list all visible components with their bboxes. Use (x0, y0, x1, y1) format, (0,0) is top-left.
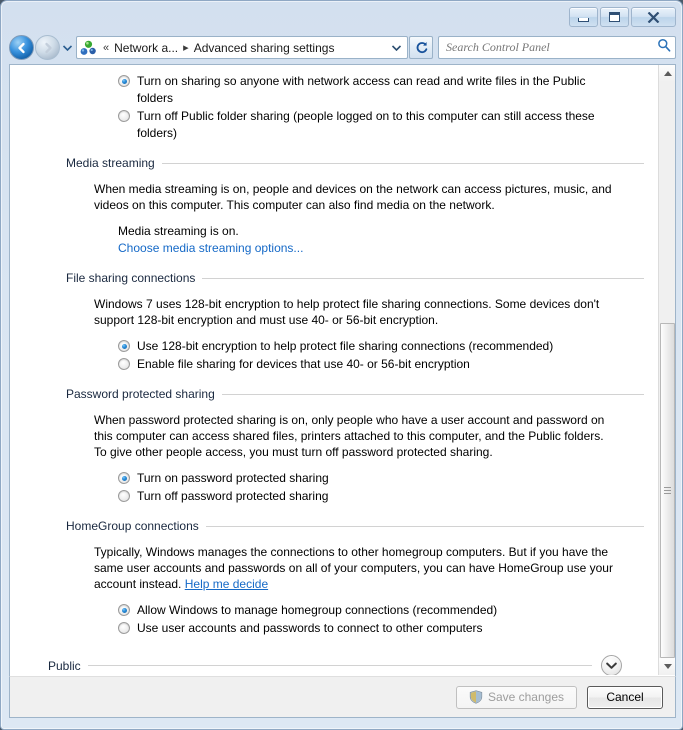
radio-indicator-selected[interactable] (118, 472, 130, 484)
refresh-icon (416, 41, 427, 53)
scrollbar-thumb[interactable] (660, 323, 675, 658)
radio-label: Enable file sharing for devices that use… (137, 357, 470, 371)
section-title: Password protected sharing (66, 387, 215, 401)
vertical-scrollbar[interactable] (658, 65, 675, 675)
chevron-down-icon (392, 44, 401, 51)
section-description-file-sharing: Windows 7 uses 128-bit encryption to hel… (94, 297, 600, 327)
scroll-pane: Turn on sharing so anyone with network a… (10, 65, 658, 675)
search-icon (657, 38, 671, 57)
arrow-up-icon (663, 71, 672, 76)
back-arrow-icon (17, 42, 25, 53)
section-divider (221, 393, 644, 395)
radio-option-40-or-56-bit-encryption[interactable]: Enable file sharing for devices that use… (118, 356, 610, 373)
section-header-public-collapsed[interactable]: Public (10, 655, 644, 675)
homegroup-description-text: Typically, Windows manages the connectio… (94, 545, 613, 591)
navigation-bar: « public-folder-sharing Network a... ▸ A… (9, 33, 676, 62)
restore-button[interactable] (600, 7, 629, 27)
cancel-label: Cancel (606, 690, 644, 704)
section-header-password-protected-sharing: Password protected sharing (10, 387, 644, 401)
help-me-decide-link[interactable]: Help me decide (185, 577, 268, 591)
radio-group-homegroup-connections: Allow Windows to manage homegroup connec… (10, 602, 644, 637)
minimize-button[interactable] (569, 7, 598, 27)
section-title: File sharing connections (66, 271, 196, 285)
section-divider (202, 277, 644, 279)
dialog-button-bar: Save changes Cancel (9, 676, 676, 718)
radio-group-public-folder-sharing: Turn on sharing so anyone with network a… (10, 73, 644, 142)
advanced-sharing-settings-window: « public-folder-sharing Network a... ▸ A… (0, 0, 683, 730)
restore-icon (609, 12, 620, 22)
window-controls (569, 7, 676, 27)
cancel-button[interactable]: Cancel (587, 685, 663, 709)
section-header-media-streaming: Media streaming (10, 156, 644, 170)
section-description-homegroup: Typically, Windows manages the connectio… (10, 544, 644, 592)
chevron-down-icon (606, 662, 617, 669)
radio-label: Turn off password protected sharing (137, 489, 329, 503)
scroll-down-button[interactable] (659, 658, 675, 675)
forward-arrow-icon (44, 42, 52, 53)
radio-label: Turn on password protected sharing (137, 471, 329, 485)
section-header-homegroup-connections: HomeGroup connections (10, 519, 644, 533)
radio-indicator-selected[interactable] (118, 340, 130, 352)
breadcrumb-item-network[interactable]: Network a... (112, 40, 180, 56)
section-title: HomeGroup connections (66, 519, 199, 533)
close-icon (647, 11, 660, 23)
radio-indicator-selected[interactable] (118, 75, 130, 87)
radio-option-use-user-accounts[interactable]: Use user accounts and passwords to conne… (118, 620, 610, 637)
media-streaming-status: Media streaming is on. (118, 224, 239, 238)
save-changes-button[interactable]: Save changes (455, 685, 577, 709)
expand-public-section-button[interactable] (601, 655, 622, 675)
radio-label: Turn off Public folder sharing (people l… (137, 109, 595, 140)
media-streaming-status-block: Media streaming is on. Choose media stre… (10, 223, 644, 257)
radio-option-allow-windows-manage[interactable]: Allow Windows to manage homegroup connec… (118, 602, 610, 619)
radio-option-turn-off-password-protected[interactable]: Turn off password protected sharing (118, 488, 610, 505)
radio-option-turn-on-public-sharing[interactable]: Turn on sharing so anyone with network a… (118, 73, 610, 107)
radio-indicator-selected[interactable] (118, 604, 130, 616)
address-bar[interactable]: « public-folder-sharing Network a... ▸ A… (76, 36, 408, 59)
settings-list: Turn on sharing so anyone with network a… (10, 73, 658, 675)
scrollbar-grip-icon (664, 486, 671, 495)
section-description-media-streaming: When media streaming is on, people and d… (94, 182, 612, 212)
arrow-down-icon (663, 664, 672, 669)
breadcrumb-separator-icon: ▸ (183, 42, 189, 54)
refresh-button[interactable] (409, 36, 433, 59)
content-area: Turn on sharing so anyone with network a… (9, 64, 676, 676)
forward-button[interactable] (35, 35, 60, 60)
radio-indicator-unselected[interactable] (118, 622, 130, 634)
section-title: Public (48, 658, 81, 673)
scroll-up-button[interactable] (659, 65, 675, 82)
radio-option-turn-on-password-protected[interactable]: Turn on password protected sharing (118, 470, 610, 487)
radio-group-file-sharing-connections: Use 128-bit encryption to help protect f… (10, 338, 644, 373)
radio-option-128-bit-encryption[interactable]: Use 128-bit encryption to help protect f… (118, 338, 610, 355)
close-button[interactable] (631, 7, 676, 27)
radio-indicator-unselected[interactable] (118, 358, 130, 370)
breadcrumb-item-advanced-sharing[interactable]: Advanced sharing settings (192, 40, 337, 56)
radio-option-turn-off-public-sharing[interactable]: Turn off Public folder sharing (people l… (118, 108, 610, 142)
uac-shield-icon (469, 690, 483, 704)
radio-indicator-unselected[interactable] (118, 110, 130, 122)
radio-indicator-unselected[interactable] (118, 490, 130, 502)
chevron-down-icon (62, 44, 72, 51)
save-changes-label: Save changes (487, 690, 564, 704)
address-dropdown-button[interactable] (388, 37, 405, 58)
radio-label: Allow Windows to manage homegroup connec… (137, 603, 498, 617)
radio-label: Turn on sharing so anyone with network a… (137, 74, 586, 105)
section-divider (161, 162, 644, 164)
section-description-password-protected: When password protected sharing is on, o… (94, 413, 605, 459)
minimize-icon (578, 17, 589, 22)
section-header-file-sharing-connections: File sharing connections (10, 271, 644, 285)
section-divider (87, 665, 592, 666)
radio-label: Use 128-bit encryption to help protect f… (137, 339, 554, 353)
search-input[interactable]: Search Control Panel (446, 40, 657, 55)
section-divider (205, 525, 644, 527)
radio-group-password-protected-sharing: Turn on password protected sharing Turn … (10, 470, 644, 505)
title-bar (1, 1, 682, 31)
back-button[interactable] (9, 35, 34, 60)
recent-pages-button[interactable] (60, 35, 74, 60)
network-sharing-icon (80, 40, 97, 56)
section-title: Media streaming (66, 156, 155, 170)
choose-media-streaming-options-link[interactable]: Choose media streaming options... (118, 241, 303, 255)
breadcrumb-overflow[interactable]: « (100, 42, 112, 54)
radio-label: Use user accounts and passwords to conne… (137, 621, 483, 635)
search-box[interactable]: Search Control Panel (438, 36, 676, 59)
